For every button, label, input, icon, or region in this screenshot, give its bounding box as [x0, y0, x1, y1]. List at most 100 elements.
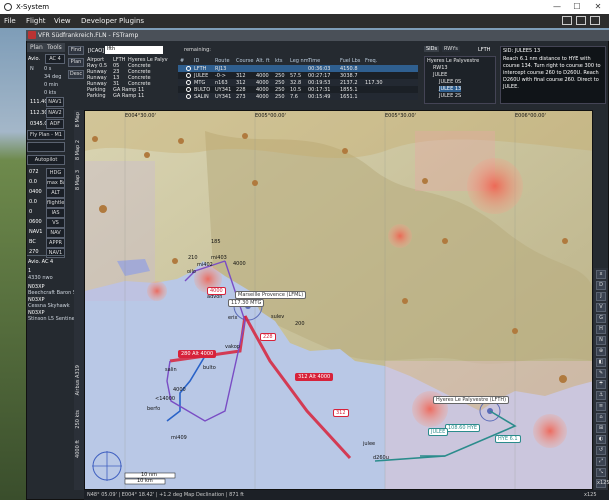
- map-canvas[interactable]: [85, 111, 593, 490]
- ap-button[interactable]: IAS: [46, 208, 65, 218]
- desc-button[interactable]: Desc: [68, 70, 84, 79]
- map-tool-button[interactable]: ↺: [596, 446, 606, 455]
- find-button[interactable]: Find: [68, 46, 84, 55]
- sid-tree-item[interactable]: JULEE: [433, 72, 447, 78]
- blank-button[interactable]: [27, 142, 65, 152]
- tab-rwys[interactable]: RWYs: [442, 46, 460, 52]
- vor-label-hye[interactable]: 108.60 HYE: [445, 424, 481, 432]
- airport-label-hyeres[interactable]: Hyeres Le Palyvestre (LFTH): [433, 396, 510, 404]
- menu-flight[interactable]: Flight: [26, 17, 46, 25]
- map-tool-button[interactable]: ≡: [596, 402, 606, 411]
- sid-tree-item[interactable]: JULEE 0S: [439, 79, 461, 85]
- map-tool-button[interactable]: ◐: [596, 435, 606, 444]
- table-header[interactable]: Leg nm: [290, 58, 309, 64]
- map-tool-button[interactable]: x: [596, 270, 606, 279]
- vor-label-mtg[interactable]: 117.30 MTG: [228, 299, 265, 307]
- menu-file[interactable]: File: [4, 17, 16, 25]
- menu-window-icon-3[interactable]: [590, 16, 600, 25]
- table-header[interactable]: kts: [275, 58, 282, 64]
- lat-label: E005°00.00': [255, 113, 286, 119]
- ap-button[interactable]: APPR: [46, 238, 65, 248]
- map-tool-button[interactable]: ⤢: [596, 457, 606, 466]
- ap-button[interactable]: VS: [46, 218, 65, 228]
- maximize-button[interactable]: ☐: [568, 1, 586, 13]
- ap-value[interactable]: 0.0: [29, 179, 37, 185]
- table-header[interactable]: Freq.: [365, 58, 377, 64]
- ap-button[interactable]: flightlevel: [46, 198, 65, 208]
- plugin-title-bar[interactable]: VFR Südfrankreich.FLN - FSTramp: [26, 30, 609, 41]
- ap-button[interactable]: ALT: [46, 188, 65, 198]
- nav2-button[interactable]: NAV2: [46, 108, 64, 118]
- ap-value[interactable]: NAV1: [29, 229, 42, 235]
- table-header[interactable]: #: [180, 58, 184, 64]
- map-tool-button[interactable]: ✎: [596, 369, 606, 378]
- ap-value[interactable]: 0400: [29, 189, 42, 195]
- tab-sids[interactable]: SIDs: [424, 46, 440, 52]
- ac-button[interactable]: AC 4: [45, 54, 65, 64]
- find-cell: GA Ramp 11: [113, 93, 145, 99]
- map-tool-button[interactable]: ⊞: [596, 424, 606, 433]
- autopilot-button[interactable]: Autopilot: [27, 155, 65, 165]
- plan-button[interactable]: Plan: [68, 58, 84, 67]
- ap-button[interactable]: max Bank: [46, 178, 65, 188]
- map-tool-button[interactable]: N: [596, 336, 606, 345]
- nav1-button[interactable]: NAV1: [46, 97, 64, 107]
- fly-plan-button[interactable]: Fly Plan - M1: [27, 130, 65, 140]
- map-tool-button[interactable]: ⤡: [596, 468, 606, 477]
- ap-button[interactable]: NAV1: [46, 248, 65, 258]
- map-tool-button[interactable]: ◧: [596, 358, 606, 367]
- ap-value[interactable]: 072: [29, 169, 39, 175]
- sid-description: Reach 6.1 nm distance to HYE with course…: [503, 56, 601, 90]
- sid-tree-item[interactable]: Hyeres Le Palyvestre: [427, 58, 479, 64]
- ap-button[interactable]: NAV: [46, 228, 65, 238]
- ap-button[interactable]: HDG: [46, 168, 65, 178]
- table-header[interactable]: Fuel Lbs: [340, 58, 360, 64]
- plugin-close-icon[interactable]: [28, 31, 36, 39]
- menu-window-icon-1[interactable]: [562, 16, 572, 25]
- map-tool-button[interactable]: H: [596, 325, 606, 334]
- tab-map-2[interactable]: 8 Map 2: [75, 140, 83, 160]
- tab-tools[interactable]: Tools: [44, 43, 65, 52]
- map-tool-button[interactable]: x125: [596, 479, 609, 488]
- minimize-button[interactable]: —: [548, 1, 566, 13]
- table-header[interactable]: Alt. ft: [256, 58, 270, 64]
- menu-plugins[interactable]: Plugins: [119, 17, 144, 25]
- nav2-freq[interactable]: 112.30: [30, 110, 48, 116]
- ap-value[interactable]: 0.0: [29, 199, 37, 205]
- sid-tree-item[interactable]: RW13: [433, 65, 448, 71]
- table-header[interactable]: ID: [194, 58, 199, 64]
- sid-tree-item[interactable]: JULEE 2S: [439, 93, 461, 99]
- ac-list-item[interactable]: 1: [28, 268, 31, 274]
- table-row[interactable]: [178, 93, 418, 100]
- tab-map-3[interactable]: 8 Map 3: [75, 170, 83, 190]
- ap-value[interactable]: 0: [29, 209, 32, 215]
- map-tool-button[interactable]: G: [596, 314, 606, 323]
- airport-label-marseille[interactable]: Marseille Provence (LFML): [235, 291, 307, 299]
- table-header[interactable]: Route: [215, 58, 230, 64]
- adf-button[interactable]: ADF: [46, 119, 64, 129]
- map-tool-button[interactable]: ⚓: [596, 391, 606, 400]
- map-tool-button[interactable]: D: [596, 281, 606, 290]
- menu-developer[interactable]: Developer: [81, 17, 117, 25]
- ap-value[interactable]: 0600: [29, 219, 42, 225]
- ap-value[interactable]: BC: [29, 239, 36, 245]
- close-button[interactable]: ✕: [589, 1, 607, 13]
- divider: [27, 255, 65, 256]
- map-tool-button[interactable]: ⊕: [596, 347, 606, 356]
- tab-map-1[interactable]: 8 Map: [75, 112, 83, 127]
- menu-window-icon-2[interactable]: [576, 16, 586, 25]
- map-tool-button[interactable]: J: [596, 292, 606, 301]
- sid-tree-item[interactable]: JULEE 13: [439, 86, 462, 92]
- table-row[interactable]: [178, 65, 418, 72]
- table-header[interactable]: Time: [308, 58, 320, 64]
- menu-view[interactable]: View: [54, 17, 71, 25]
- map-view[interactable]: E004°30.00' E005°00.00' E005°30.00' E006…: [84, 110, 593, 490]
- table-header[interactable]: Course: [236, 58, 253, 64]
- map-tool-button[interactable]: ⌂: [596, 413, 606, 422]
- icao-input[interactable]: lfth: [105, 46, 163, 54]
- adf-freq[interactable]: 0345.0: [30, 121, 48, 127]
- map-tool-button[interactable]: V: [596, 303, 606, 312]
- nav1-freq[interactable]: 111.40: [30, 99, 48, 105]
- tab-plan[interactable]: Plan: [27, 43, 46, 52]
- map-tool-button[interactable]: ☂: [596, 380, 606, 389]
